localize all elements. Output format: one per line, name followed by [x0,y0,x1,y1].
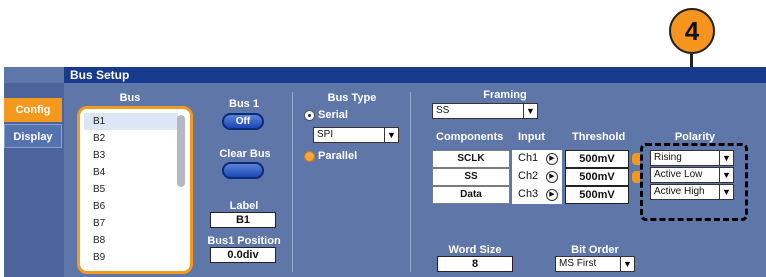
polarity-value-sclk: Rising [654,152,682,163]
component-name-sclk: SCLK [432,150,510,168]
bit-order-label: Bit Order [571,244,619,256]
chevron-down-icon: ▼ [384,128,398,142]
chevron-down-icon: ▼ [620,257,634,271]
chevron-down-icon: ▼ [523,104,537,118]
parallel-label: Parallel [318,150,358,162]
serial-radio[interactable] [304,110,315,121]
play-icon[interactable]: ▶ [546,153,558,165]
serial-protocol-select[interactable]: SPI ▼ [313,127,399,143]
threshold-marker [632,171,640,183]
play-icon[interactable]: ▶ [546,171,558,183]
clear-bus-label: Clear Bus [219,148,271,160]
bus-item-b3[interactable]: B3 [84,147,178,164]
serial-protocol-value: SPI [317,129,334,140]
clear-bus-button[interactable] [222,162,264,179]
polarity-value-ss: Active Low [654,169,703,180]
framing-header: Framing [483,89,527,101]
bus-item-b5[interactable]: B5 [84,181,178,198]
label-field[interactable]: B1 [210,212,276,228]
tab-config[interactable]: Config [4,98,62,122]
component-name-ss: SS [432,168,510,186]
polarity-header: Polarity [674,131,716,143]
chevron-down-icon: ▼ [719,168,733,182]
bus-item-b9[interactable]: B9 [84,249,178,266]
threshold-field-data[interactable]: 500mV [565,186,629,204]
polarity-value-data: Active High [654,186,705,197]
title-bar [64,67,766,83]
bus-item-b1[interactable]: B1 [84,113,178,130]
bus1-off-button[interactable]: Off [222,113,264,130]
framing-value: SS [436,105,450,116]
tab-display[interactable]: Display [4,124,62,148]
bus-item-b6[interactable]: B6 [84,198,178,215]
polarity-select-data[interactable]: Active High ▼ [650,184,734,200]
bus-type-header: Bus Type [327,92,377,104]
threshold-field-ss[interactable]: 500mV [565,168,629,186]
bus-list-scrollbar[interactable] [177,115,185,187]
separator-1 [292,92,293,272]
chevron-down-icon: ▼ [719,185,733,199]
serial-label: Serial [318,109,348,121]
threshold-header: Threshold [572,131,626,143]
components-header: Components [436,131,504,143]
word-size-field[interactable]: 8 [437,256,513,272]
word-size-label: Word Size [448,244,502,256]
framing-select[interactable]: SS ▼ [432,103,538,119]
bus1-label: Bus 1 [229,98,259,110]
callout-number: 4 [669,8,715,54]
position-label: Bus1 Position [207,235,281,247]
bus-item-b8[interactable]: B8 [84,232,178,249]
window-title: Bus Setup [70,68,130,82]
bus-list-header: Bus [119,92,141,104]
bit-order-value: MS First [559,258,597,269]
input-header: Input [518,131,545,143]
bus-item-b7[interactable]: B7 [84,215,178,232]
play-icon[interactable]: ▶ [546,189,558,201]
bus-item-b4[interactable]: B4 [84,164,178,181]
threshold-marker [632,153,640,165]
bit-order-select[interactable]: MS First ▼ [555,256,635,272]
polarity-select-sclk[interactable]: Rising ▼ [650,150,734,166]
polarity-select-ss[interactable]: Active Low ▼ [650,167,734,183]
separator-2 [410,92,411,272]
chevron-down-icon: ▼ [719,151,733,165]
label-field-label: Label [229,200,259,212]
position-field[interactable]: 0.0div [210,247,276,263]
threshold-field-sclk[interactable]: 500mV [565,150,629,168]
component-name-data: Data [432,186,510,204]
bus-list[interactable]: B1 B2 B3 B4 B5 B6 B7 B8 B9 [77,106,193,274]
parallel-radio[interactable] [304,151,315,162]
bus-item-b2[interactable]: B2 [84,130,178,147]
